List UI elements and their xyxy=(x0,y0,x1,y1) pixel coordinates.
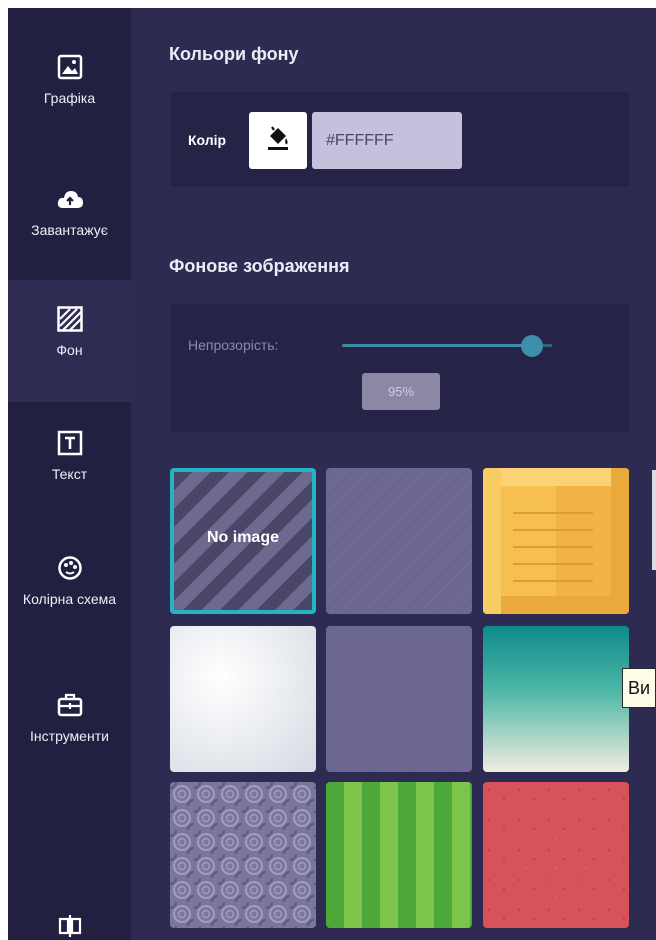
sidebar-item-label: Графіка xyxy=(43,90,96,106)
opacity-slider-track[interactable] xyxy=(342,344,532,347)
cloud-upload-icon xyxy=(55,184,85,214)
color-label: Колір xyxy=(188,132,227,148)
bg-tile-no-image[interactable]: No image xyxy=(170,468,316,614)
bg-tile-purple-diagonal[interactable] xyxy=(326,468,472,614)
tooltip: Ви xyxy=(622,668,656,708)
background-colors-title: Кольори фону xyxy=(169,44,299,64)
sidebar-item-text[interactable]: Текст xyxy=(8,428,131,523)
bg-tile-yellow-crate[interactable] xyxy=(483,468,629,614)
bg-tile-purple-swirl[interactable] xyxy=(170,782,316,928)
paint-bucket-icon xyxy=(264,124,292,157)
image-icon xyxy=(55,52,85,82)
background-panel: Кольори фону Колір Фонове зображення Неп… xyxy=(131,8,656,940)
color-swatch-button[interactable] xyxy=(249,112,307,169)
hex-color-input[interactable] xyxy=(312,112,462,169)
sidebar-item-uploads[interactable]: Завантажує xyxy=(8,184,131,279)
sidebar-item-label: Інструменти xyxy=(30,728,109,744)
opacity-card: Непрозорість: 95% xyxy=(170,304,630,432)
background-pattern-icon xyxy=(55,304,85,334)
opacity-value: 95% xyxy=(362,373,440,410)
toolbox-icon xyxy=(55,690,85,720)
bg-tile-white-gradient[interactable] xyxy=(170,626,316,772)
sidebar-item-label: Фон xyxy=(56,342,83,358)
sidebar-item-color-scheme[interactable]: Колірна схема xyxy=(8,553,131,663)
layers-icon xyxy=(55,911,85,940)
sidebar-item-background[interactable]: Фон xyxy=(8,280,131,402)
bg-tile-red-speckle[interactable] xyxy=(483,782,629,928)
bg-tile-green-stripes[interactable] xyxy=(326,782,472,928)
no-image-label: No image xyxy=(206,529,279,546)
sidebar-item-tools[interactable]: Інструменти xyxy=(8,690,131,785)
adjacent-panel-edge xyxy=(652,470,656,570)
sidebar-item-label: Колірна схема xyxy=(22,591,117,607)
background-image-title: Фонове зображення xyxy=(169,256,350,276)
sidebar-item-label: Текст xyxy=(51,466,88,482)
sidebar-item-layers[interactable] xyxy=(8,911,131,940)
bg-tile-teal-gradient[interactable] xyxy=(483,626,629,772)
palette-icon xyxy=(55,553,85,583)
text-box-icon xyxy=(55,428,85,458)
color-card: Колір xyxy=(170,92,630,187)
opacity-label: Непрозорість: xyxy=(188,337,279,353)
opacity-slider-thumb[interactable] xyxy=(521,335,543,357)
sidebar-item-label: Завантажує xyxy=(31,222,108,238)
sidebar-item-graphics[interactable]: Графіка xyxy=(8,52,131,172)
sidebar: Графіка Завантажує Фон Текст Колірна схе… xyxy=(8,8,131,940)
bg-tile-purple-grid[interactable] xyxy=(326,626,472,772)
